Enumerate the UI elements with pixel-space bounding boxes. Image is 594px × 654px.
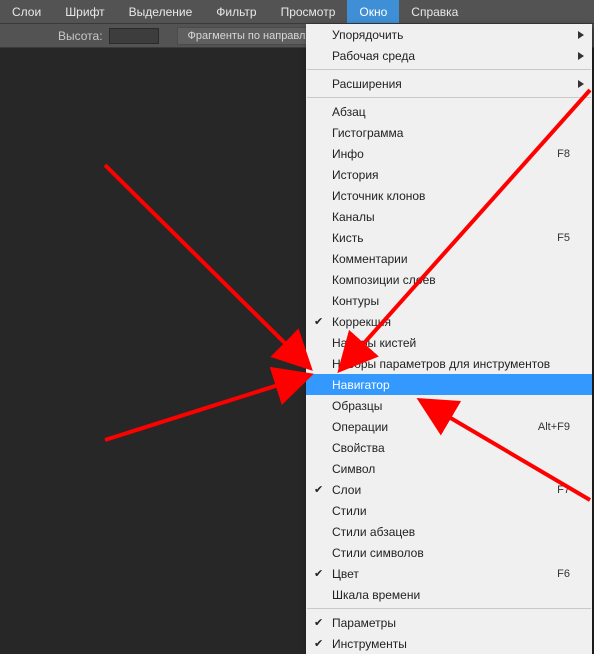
menu-item-label: Гистограмма — [332, 126, 403, 140]
menu-item[interactable]: Свойства — [306, 437, 592, 458]
menu-item[interactable]: Стили символов — [306, 542, 592, 563]
menu-item[interactable]: Упорядочить — [306, 24, 592, 45]
menu-shortcut: F5 — [557, 232, 570, 244]
menu-item-label: Операции — [332, 420, 388, 434]
menu-item-label: Коррекция — [332, 315, 391, 329]
menu-item-label: Параметры — [332, 616, 396, 630]
menu-item-label: Наборы кистей — [332, 336, 416, 350]
menu-shortcut: F7 — [557, 484, 570, 496]
menu-item[interactable]: Композиции слоев — [306, 269, 592, 290]
menubar-item-6[interactable]: Справка — [399, 0, 470, 23]
height-label: Высота: — [58, 29, 103, 43]
menu-separator — [307, 69, 591, 70]
menu-item-label: Кисть — [332, 231, 363, 245]
menu-item-label: Контуры — [332, 294, 379, 308]
window-dropdown: Упорядочить Рабочая среда Расширения Абзац Г… — [306, 24, 592, 654]
menu-item-label: Свойства — [332, 441, 385, 455]
menubar-item-3[interactable]: Фильтр — [204, 0, 268, 23]
menu-shortcut: Alt+F9 — [538, 421, 570, 433]
menu-item-label: Рабочая среда — [332, 49, 415, 63]
menu-item[interactable]: Символ — [306, 458, 592, 479]
menu-item-label: Слои — [332, 483, 361, 497]
menu-item[interactable]: ✔ Коррекция — [306, 311, 592, 332]
submenu-arrow-icon — [578, 31, 584, 39]
menubar-item-4[interactable]: Просмотр — [269, 0, 348, 23]
menu-separator — [307, 97, 591, 98]
menu-item-label: Цвет — [332, 567, 359, 581]
menu-item[interactable]: Рабочая среда — [306, 45, 592, 66]
menu-item[interactable]: Кисть F5 — [306, 227, 592, 248]
menu-item[interactable]: Абзац — [306, 101, 592, 122]
menu-item[interactable]: Источник клонов — [306, 185, 592, 206]
menu-shortcut: F6 — [557, 568, 570, 580]
menu-item-label: Навигатор — [332, 378, 390, 392]
menu-item[interactable]: ✔ Инструменты — [306, 633, 592, 654]
menu-item[interactable]: Операции Alt+F9 — [306, 416, 592, 437]
check-icon: ✔ — [314, 483, 323, 496]
menu-item-label: Инфо — [332, 147, 364, 161]
menu-item[interactable]: Шкала времени — [306, 584, 592, 605]
menu-item-label: Расширения — [332, 77, 402, 91]
menu-item-label: Упорядочить — [332, 28, 403, 42]
menu-item[interactable]: ✔ Параметры — [306, 612, 592, 633]
menu-item[interactable]: Образцы — [306, 395, 592, 416]
menu-item-label: Каналы — [332, 210, 375, 224]
menu-item[interactable]: ✔ Слои F7 — [306, 479, 592, 500]
menu-item-label: Наборы параметров для инструментов — [332, 357, 550, 371]
menu-item-label: Абзац — [332, 105, 366, 119]
menu-item-label: Стили символов — [332, 546, 424, 560]
check-icon: ✔ — [314, 567, 323, 580]
menu-item[interactable]: Каналы — [306, 206, 592, 227]
menu-item-label: Символ — [332, 462, 375, 476]
menu-item-label: Шкала времени — [332, 588, 420, 602]
check-icon: ✔ — [314, 315, 323, 328]
menu-item-label: История — [332, 168, 379, 182]
menu-item[interactable]: Контуры — [306, 290, 592, 311]
menu-item[interactable]: Комментарии — [306, 248, 592, 269]
menu-item-label: Инструменты — [332, 637, 407, 651]
check-icon: ✔ — [314, 637, 323, 650]
menubar: СлоиШрифтВыделениеФильтрПросмотрОкноСпра… — [0, 0, 594, 24]
menu-item[interactable]: Навигатор — [306, 374, 592, 395]
menu-shortcut: F8 — [557, 148, 570, 160]
submenu-arrow-icon — [578, 80, 584, 88]
menu-item-label: Стили — [332, 504, 367, 518]
menu-item-label: Источник клонов — [332, 189, 425, 203]
menubar-item-2[interactable]: Выделение — [117, 0, 205, 23]
menu-item-label: Образцы — [332, 399, 382, 413]
menu-item[interactable]: Стили — [306, 500, 592, 521]
height-input[interactable] — [109, 28, 159, 44]
menu-item[interactable]: История — [306, 164, 592, 185]
menu-item-label: Композиции слоев — [332, 273, 436, 287]
menu-item[interactable]: ✔ Цвет F6 — [306, 563, 592, 584]
menu-item-label: Комментарии — [332, 252, 408, 266]
submenu-arrow-icon — [578, 52, 584, 60]
menu-item[interactable]: Инфо F8 — [306, 143, 592, 164]
menubar-item-5[interactable]: Окно — [347, 0, 399, 23]
menu-separator — [307, 608, 591, 609]
menu-item[interactable]: Гистограмма — [306, 122, 592, 143]
menu-item[interactable]: Расширения — [306, 73, 592, 94]
check-icon: ✔ — [314, 616, 323, 629]
menu-item[interactable]: Наборы кистей — [306, 332, 592, 353]
menu-item[interactable]: Наборы параметров для инструментов — [306, 353, 592, 374]
menubar-item-1[interactable]: Шрифт — [53, 0, 116, 23]
menu-item[interactable]: Стили абзацев — [306, 521, 592, 542]
menubar-item-0[interactable]: Слои — [0, 0, 53, 23]
menu-item-label: Стили абзацев — [332, 525, 415, 539]
